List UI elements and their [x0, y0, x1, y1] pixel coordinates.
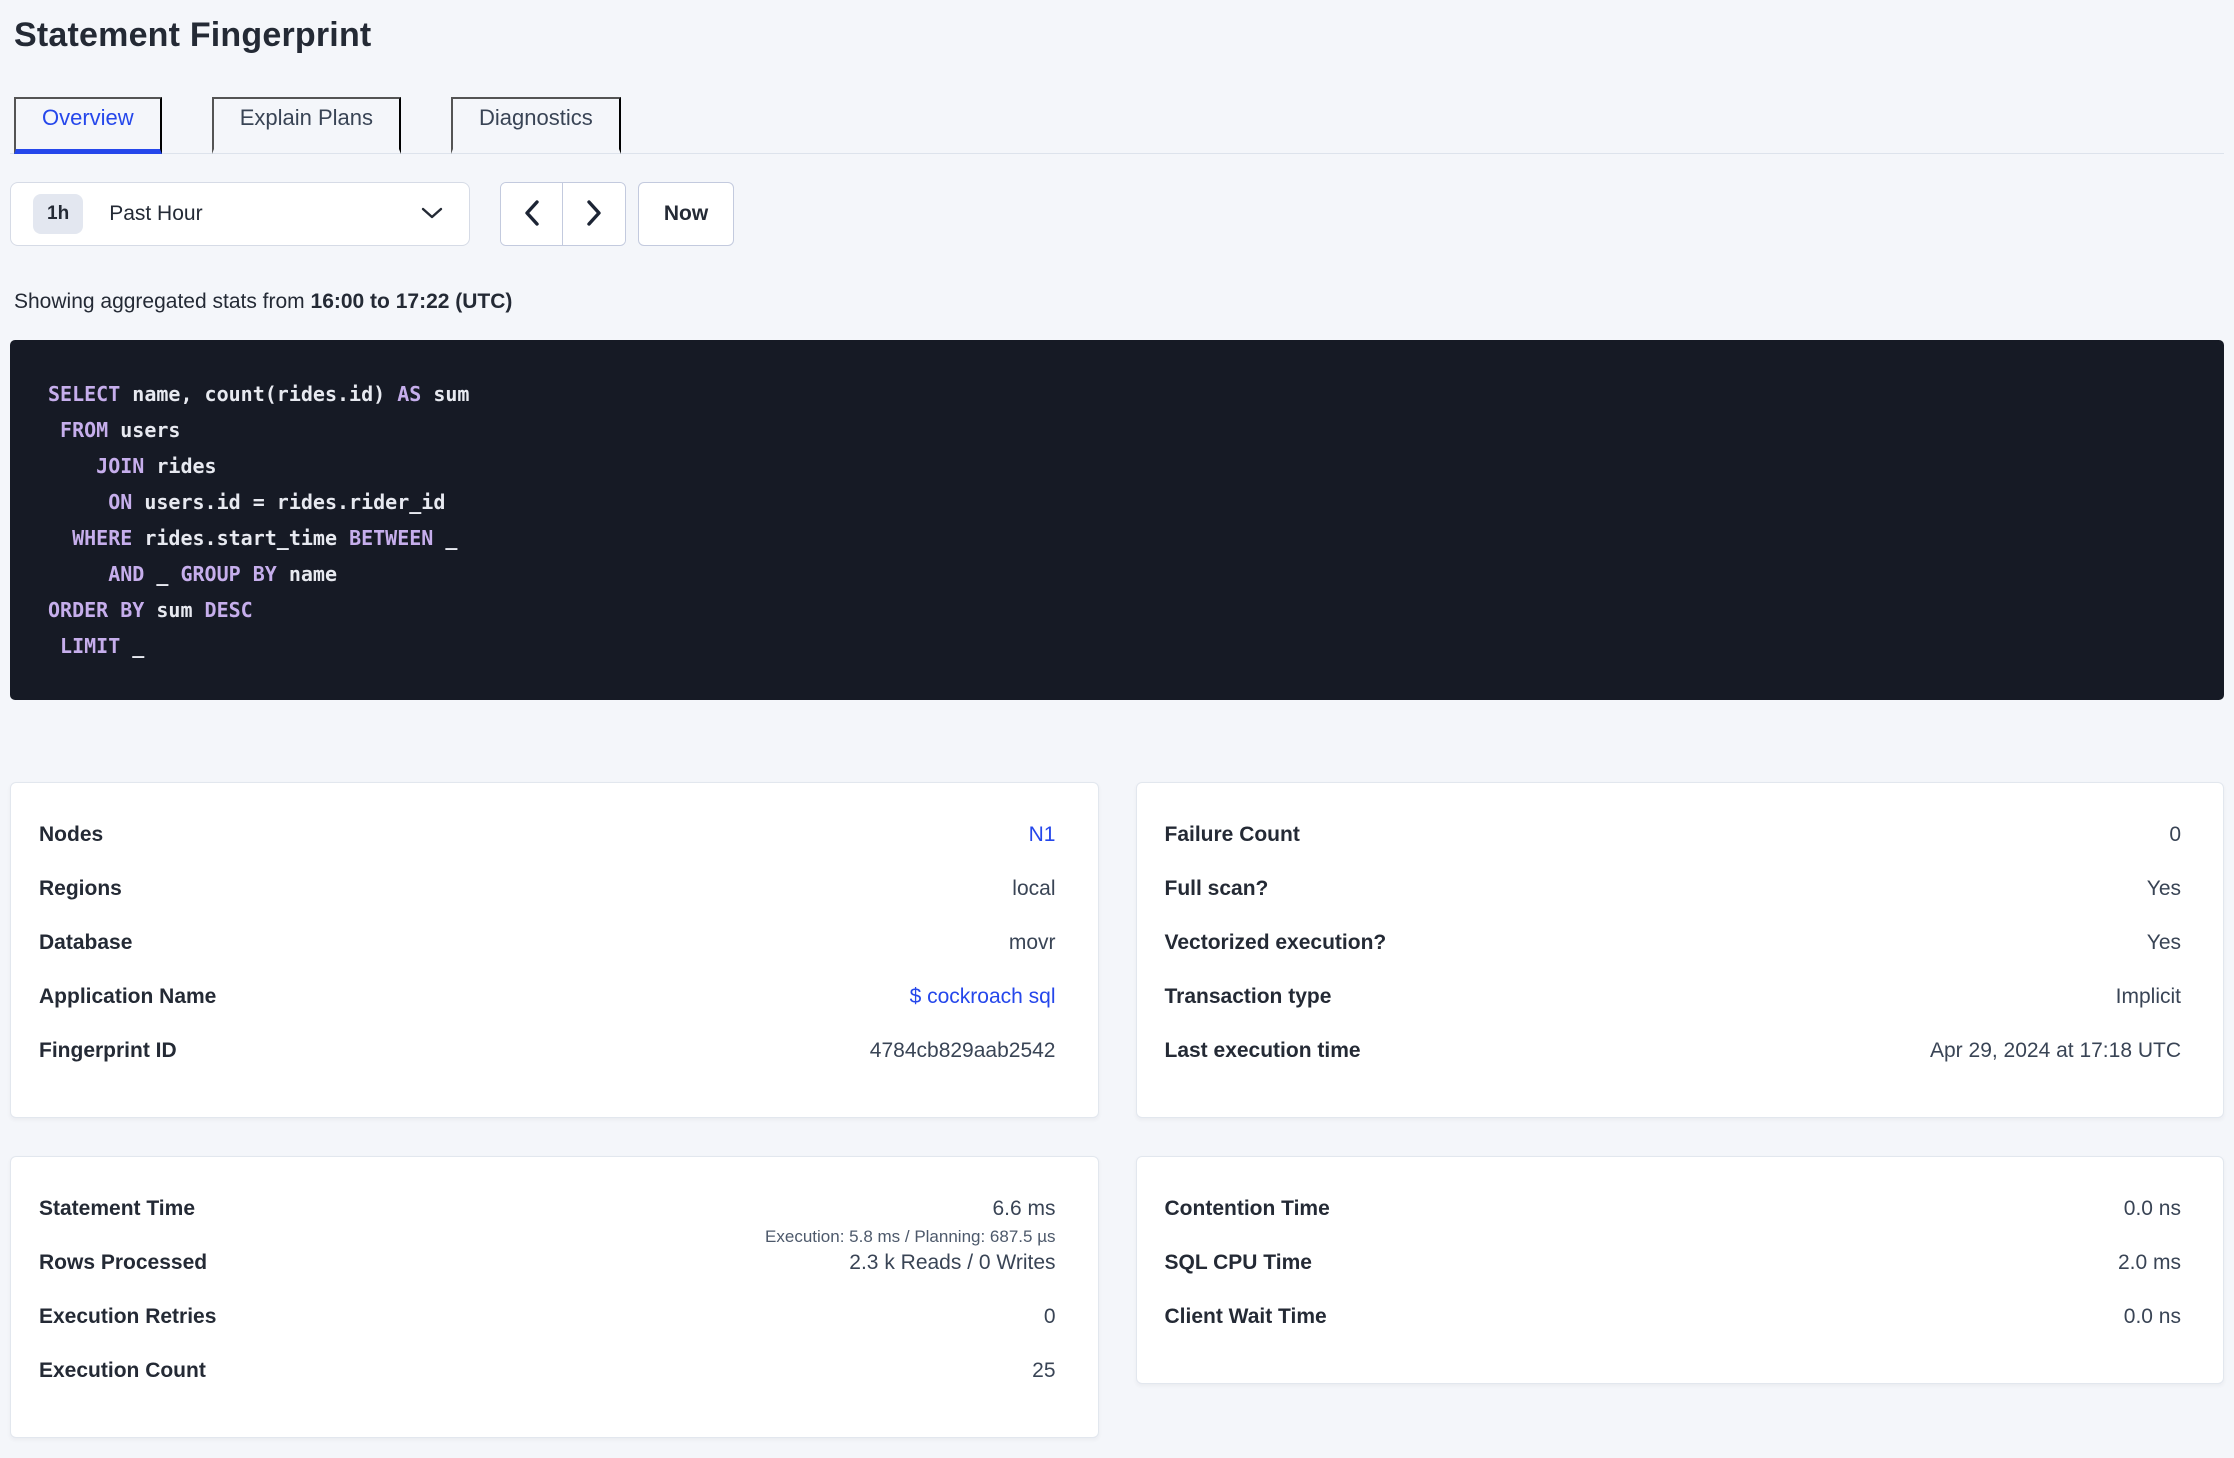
time-range-label: Past Hour: [109, 202, 203, 225]
stat-value: movr: [1008, 931, 1056, 954]
chevron-down-icon: [421, 206, 443, 223]
sql-line: JOIN rides: [96, 454, 217, 478]
sql-line: SELECT name, count(rides.id) AS sum: [48, 382, 470, 406]
now-button[interactable]: Now: [638, 182, 734, 246]
application-name-link[interactable]: $ cockroach sql: [910, 983, 1056, 1011]
stat-row-execution-count: Execution Count 25: [39, 1357, 1056, 1411]
stat-label: Application Name: [39, 985, 217, 1008]
stat-label: Nodes: [39, 823, 104, 846]
stat-row-contention-time: Contention Time 0.0 ns: [1165, 1195, 2182, 1249]
overview-info-card: Nodes N1 Regions local Database movr App…: [10, 782, 1099, 1118]
stat-label: SQL CPU Time: [1164, 1251, 1312, 1274]
tab-diagnostics[interactable]: Diagnostics: [451, 97, 621, 154]
stat-row-execution-retries: Execution Retries 0: [39, 1303, 1056, 1357]
stat-label: Statement Time: [39, 1197, 195, 1220]
stat-value: 0: [2169, 823, 2181, 846]
stat-row-database: Database movr: [39, 929, 1056, 983]
stat-value: Implicit: [2115, 985, 2181, 1008]
time-toolbar: 1h Past Hour Now: [10, 182, 2224, 246]
tab-bar: Overview Explain Plans Diagnostics: [10, 97, 2224, 154]
tab-explain-plans[interactable]: Explain Plans: [211, 97, 401, 154]
statement-fingerprint-page: Statement Fingerprint Overview Explain P…: [0, 0, 2234, 1438]
aggregated-stats-line: Showing aggregated stats from 16:00 to 1…: [14, 290, 2224, 314]
stat-value: Apr 29, 2024 at 17:18 UTC: [1930, 1039, 2181, 1062]
tab-overview[interactable]: Overview: [14, 97, 162, 154]
stat-row-client-wait-time: Client Wait Time 0.0 ns: [1165, 1303, 2182, 1357]
stat-value: 0.0 ns: [2123, 1305, 2181, 1328]
stat-label: Execution Count: [39, 1359, 206, 1382]
stat-row-statement-time: Statement Time 6.6 ms Execution: 5.8 ms …: [39, 1195, 1056, 1249]
stat-label: Fingerprint ID: [39, 1039, 177, 1062]
sql-statement-box: SELECT name, count(rides.id) AS sum FROM…: [10, 340, 2224, 700]
stat-value: 0.0 ns: [2123, 1197, 2181, 1220]
stat-value: 25: [1032, 1359, 1056, 1382]
sql-line: WHERE rides.start_time BETWEEN _: [72, 526, 458, 550]
stat-row-nodes: Nodes N1: [39, 821, 1056, 875]
sql-line: AND _ GROUP BY name: [108, 562, 338, 586]
nodes-link[interactable]: N1: [1029, 821, 1056, 849]
chevron-left-icon: [523, 199, 540, 230]
statement-times-card: Statement Time 6.6 ms Execution: 5.8 ms …: [10, 1156, 1099, 1438]
stat-row-fingerprint-id: Fingerprint ID 4784cb829aab2542: [39, 1037, 1056, 1091]
sql-line: LIMIT _: [60, 634, 145, 658]
previous-timeframe-button[interactable]: [501, 183, 563, 245]
stat-value-group: 6.6 ms Execution: 5.8 ms / Planning: 687…: [765, 1195, 1055, 1249]
stat-value: Yes: [2146, 931, 2181, 954]
stat-label: Client Wait Time: [1164, 1305, 1327, 1328]
stat-label: Execution Retries: [39, 1305, 217, 1328]
stat-row-rows-processed: Rows Processed 2.3 k Reads / 0 Writes: [39, 1249, 1056, 1303]
stat-label: Contention Time: [1164, 1197, 1330, 1220]
aggregated-stats-prefix: Showing aggregated stats from: [14, 290, 311, 313]
stat-row-regions: Regions local: [39, 875, 1056, 929]
sql-line: FROM users: [60, 418, 181, 442]
stats-cards-grid: Nodes N1 Regions local Database movr App…: [10, 782, 2224, 1438]
page-title: Statement Fingerprint: [14, 16, 372, 54]
stat-value: local: [1012, 877, 1056, 900]
stat-value: 2.0 ms: [2117, 1251, 2181, 1274]
stat-value: 6.6 ms: [992, 1197, 1056, 1220]
stat-subvalue: Execution: 5.8 ms / Planning: 687.5 µs: [765, 1227, 1056, 1246]
stat-value: Yes: [2146, 877, 2181, 900]
time-step-buttons: [500, 182, 626, 246]
stat-label: Transaction type: [1164, 985, 1332, 1008]
stat-label: Full scan?: [1164, 877, 1269, 900]
stat-row-transaction-type: Transaction type Implicit: [1165, 983, 2182, 1037]
sql-line: ORDER BY sum DESC: [48, 598, 253, 622]
stat-row-sql-cpu-time: SQL CPU Time 2.0 ms: [1165, 1249, 2182, 1303]
stat-label: Vectorized execution?: [1164, 931, 1387, 954]
chevron-right-icon: [586, 199, 603, 230]
time-range-select[interactable]: 1h Past Hour: [10, 182, 470, 246]
sql-line: ON users.id = rides.rider_id: [108, 490, 446, 514]
time-range-badge: 1h: [33, 194, 84, 234]
stat-value: 2.3 k Reads / 0 Writes: [849, 1251, 1056, 1274]
stat-value: 4784cb829aab2542: [869, 1039, 1056, 1062]
next-timeframe-button[interactable]: [563, 183, 625, 245]
stat-label: Last execution time: [1164, 1039, 1361, 1062]
stat-label: Failure Count: [1164, 823, 1300, 846]
stat-label: Regions: [39, 877, 122, 900]
stat-value: 0: [1043, 1305, 1056, 1328]
stat-row-application-name: Application Name $ cockroach sql: [39, 983, 1056, 1037]
wait-times-card: Contention Time 0.0 ns SQL CPU Time 2.0 …: [1135, 1156, 2224, 1384]
stat-row-vectorized-execution: Vectorized execution? Yes: [1165, 929, 2182, 983]
execution-attributes-card: Failure Count 0 Full scan? Yes Vectorize…: [1135, 782, 2224, 1118]
stat-label: Rows Processed: [39, 1251, 208, 1274]
stat-row-failure-count: Failure Count 0: [1165, 821, 2182, 875]
stat-row-full-scan: Full scan? Yes: [1165, 875, 2182, 929]
stat-row-last-execution-time: Last execution time Apr 29, 2024 at 17:1…: [1165, 1037, 2182, 1091]
stat-label: Database: [39, 931, 133, 954]
aggregated-stats-range: 16:00 to 17:22 (UTC): [310, 290, 513, 313]
